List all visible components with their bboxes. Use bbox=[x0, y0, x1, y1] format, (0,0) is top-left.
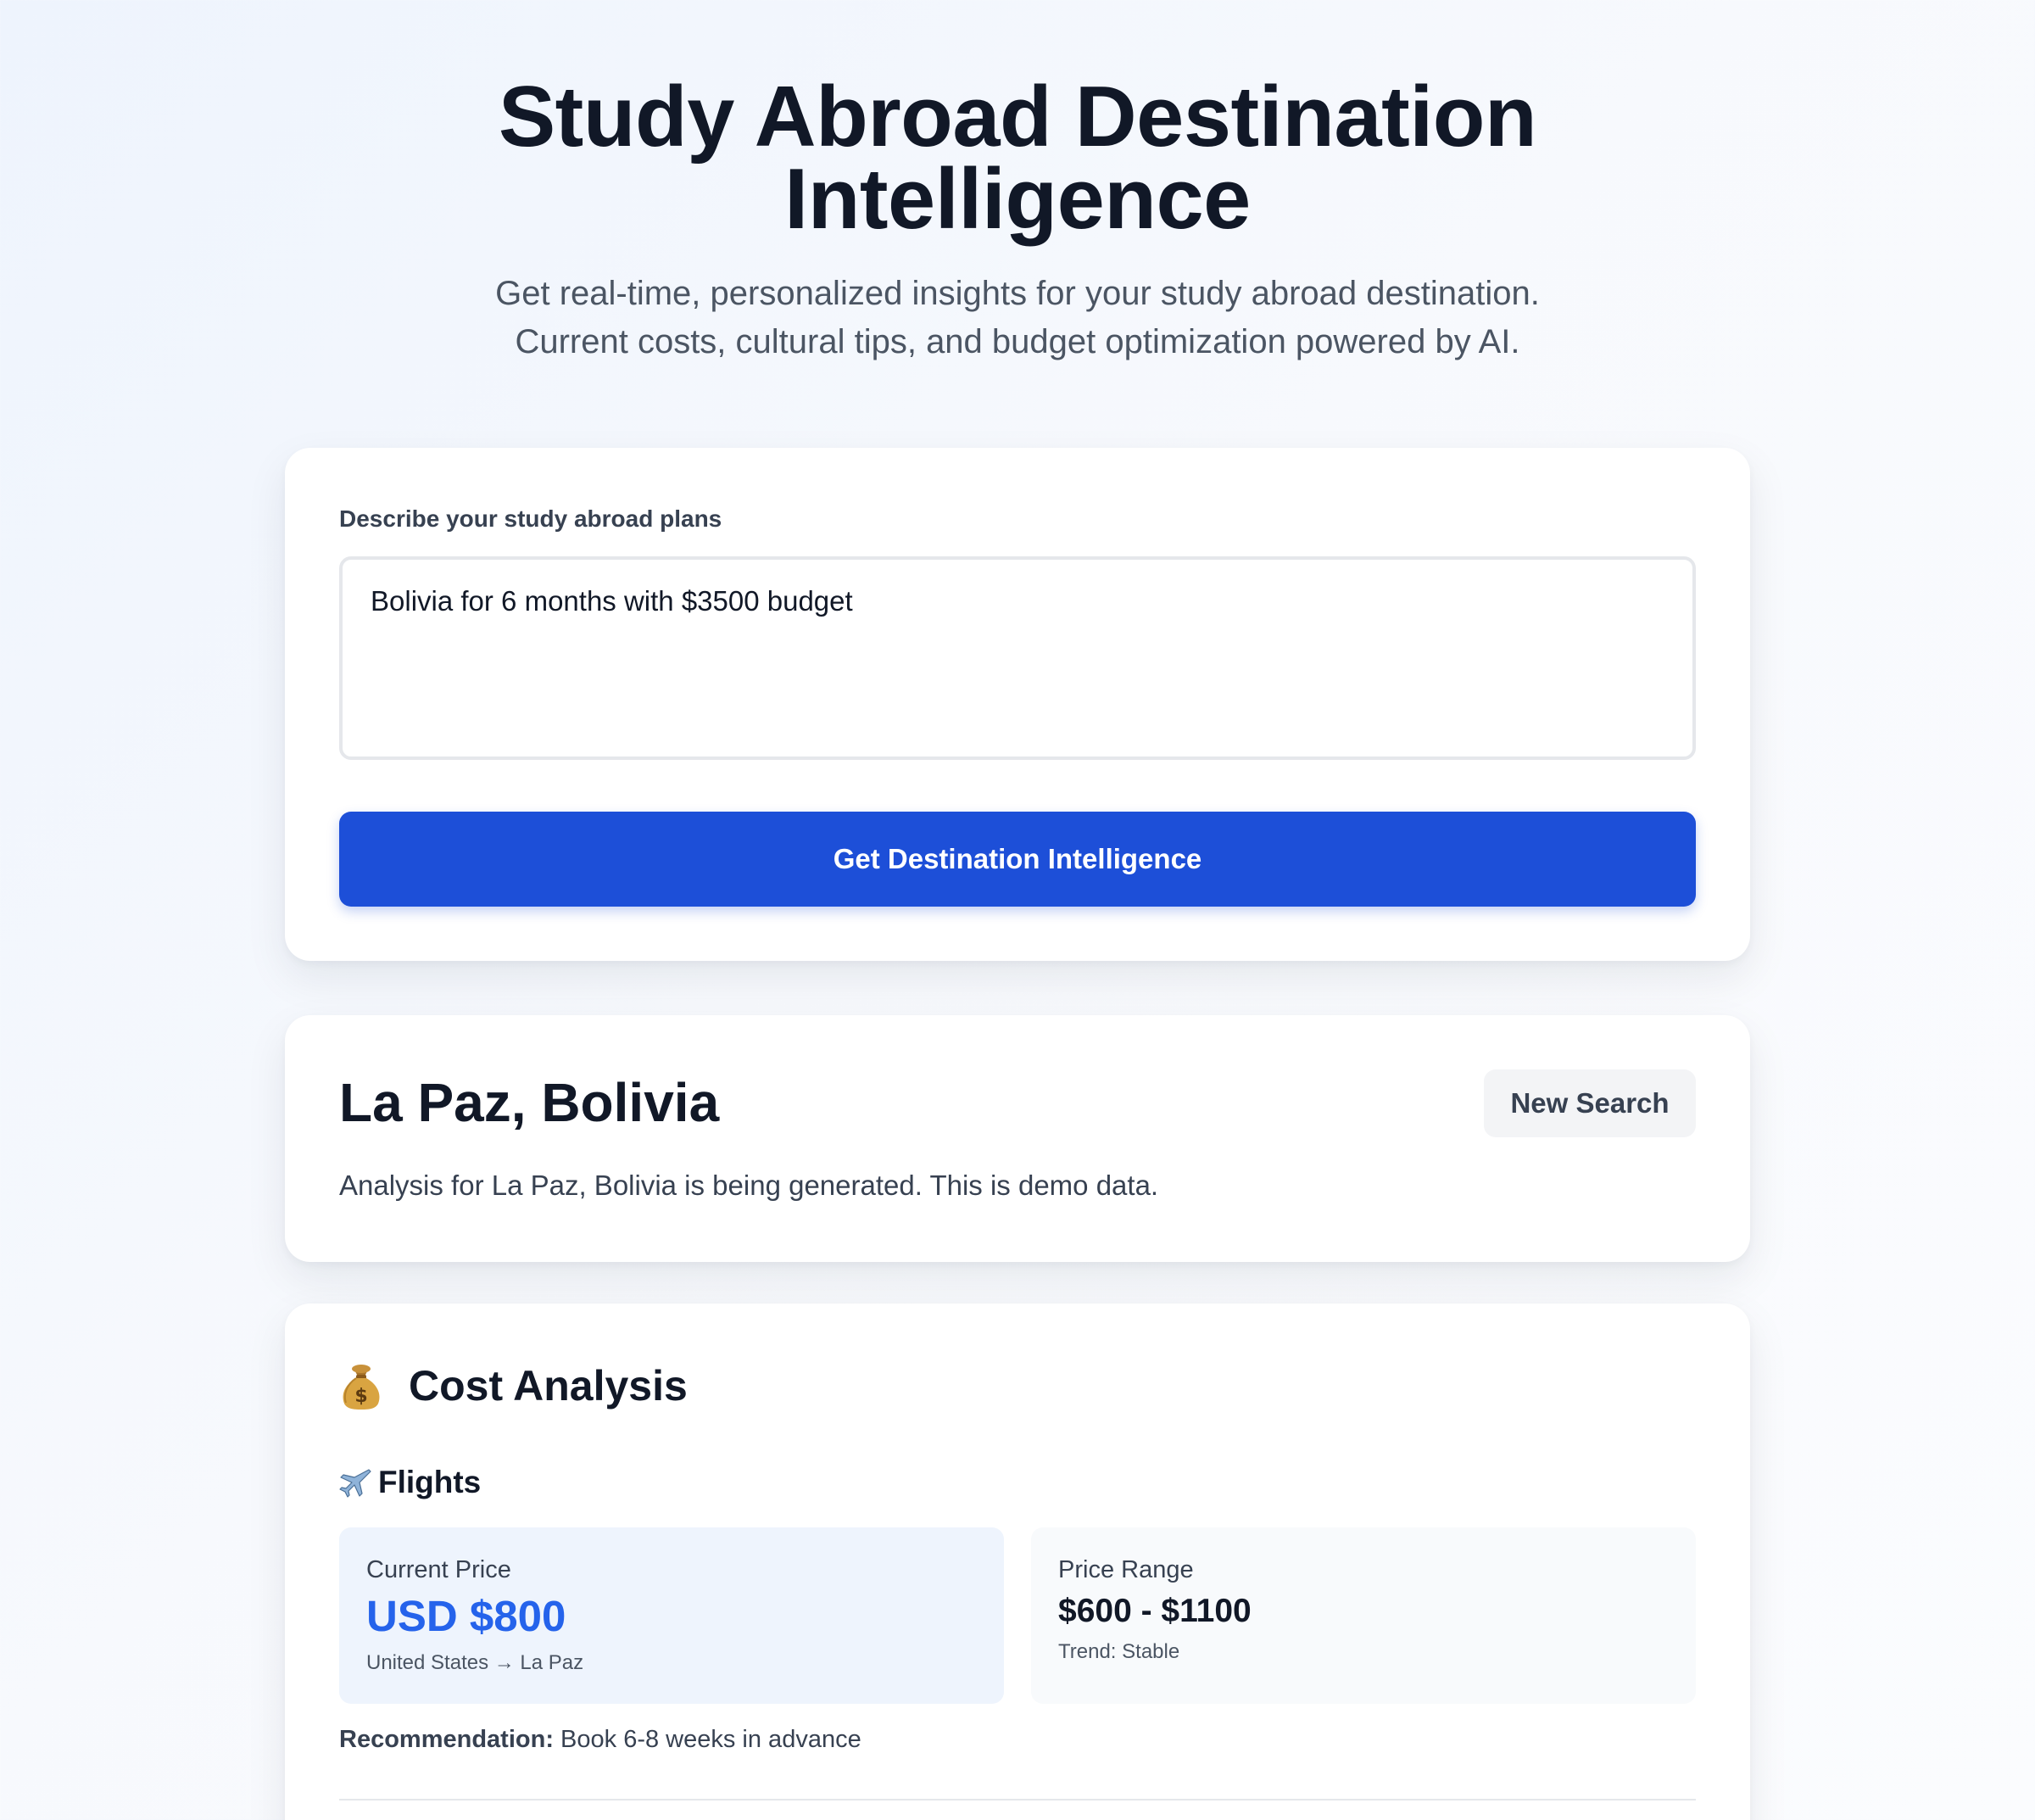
page-title-line2: Intelligence bbox=[784, 152, 1251, 247]
destination-title: La Paz, Bolivia bbox=[339, 1072, 720, 1133]
cost-analysis-card: $ Cost Analysis Flights Current Price US… bbox=[285, 1304, 1750, 1820]
plans-label: Describe your study abroad plans bbox=[339, 505, 722, 532]
page-subtitle-line2: Current costs, cultural tips, and budget… bbox=[515, 323, 1520, 360]
page-title-line1: Study Abroad Destination bbox=[498, 70, 1537, 165]
destination-card: La Paz, Bolivia New Search Analysis for … bbox=[285, 1015, 1750, 1262]
current-price-label: Current Price bbox=[366, 1556, 511, 1583]
current-price-value: USD $800 bbox=[366, 1592, 566, 1640]
price-range-box: Price Range $600 - $1100 Trend: Stable bbox=[1031, 1527, 1696, 1704]
destination-description: Analysis for La Paz, Bolivia is being ge… bbox=[339, 1170, 1159, 1201]
recommendation-text: Book 6-8 weeks in advance bbox=[560, 1726, 861, 1753]
page-title: Study Abroad Destination Intelligence bbox=[0, 75, 2035, 243]
flights-title: Flights bbox=[378, 1465, 482, 1499]
section-divider bbox=[339, 1799, 1696, 1800]
get-intelligence-button[interactable]: Get Destination Intelligence bbox=[339, 812, 1696, 907]
current-price-box: Current Price USD $800 United States → L… bbox=[339, 1527, 1004, 1704]
new-search-button[interactable]: New Search bbox=[1484, 1069, 1696, 1137]
page-subtitle: Get real-time, personalized insights for… bbox=[0, 270, 2035, 366]
flight-recommendation: Recommendation: Book 6-8 weeks in advanc… bbox=[339, 1726, 861, 1754]
page-subtitle-line1: Get real-time, personalized insights for… bbox=[495, 275, 1540, 312]
price-range-value: $600 - $1100 bbox=[1058, 1593, 1252, 1629]
airplane-icon bbox=[339, 1465, 373, 1499]
flights-header: Flights bbox=[339, 1465, 481, 1500]
recommendation-label: Recommendation: bbox=[339, 1726, 554, 1753]
price-range-label: Price Range bbox=[1058, 1556, 1194, 1583]
cost-analysis-title: Cost Analysis bbox=[409, 1362, 688, 1410]
svg-text:$: $ bbox=[354, 1386, 367, 1407]
moneybag-icon: $ bbox=[339, 1361, 383, 1410]
flight-route: United States → La Paz bbox=[366, 1651, 584, 1674]
plans-input[interactable] bbox=[339, 556, 1696, 760]
search-form-card: Describe your study abroad plans Get Des… bbox=[285, 448, 1750, 961]
hero-section: Study Abroad Destination Intelligence Ge… bbox=[0, 75, 2035, 366]
price-trend: Trend: Stable bbox=[1058, 1640, 1180, 1663]
cost-analysis-header: $ Cost Analysis bbox=[339, 1361, 688, 1410]
